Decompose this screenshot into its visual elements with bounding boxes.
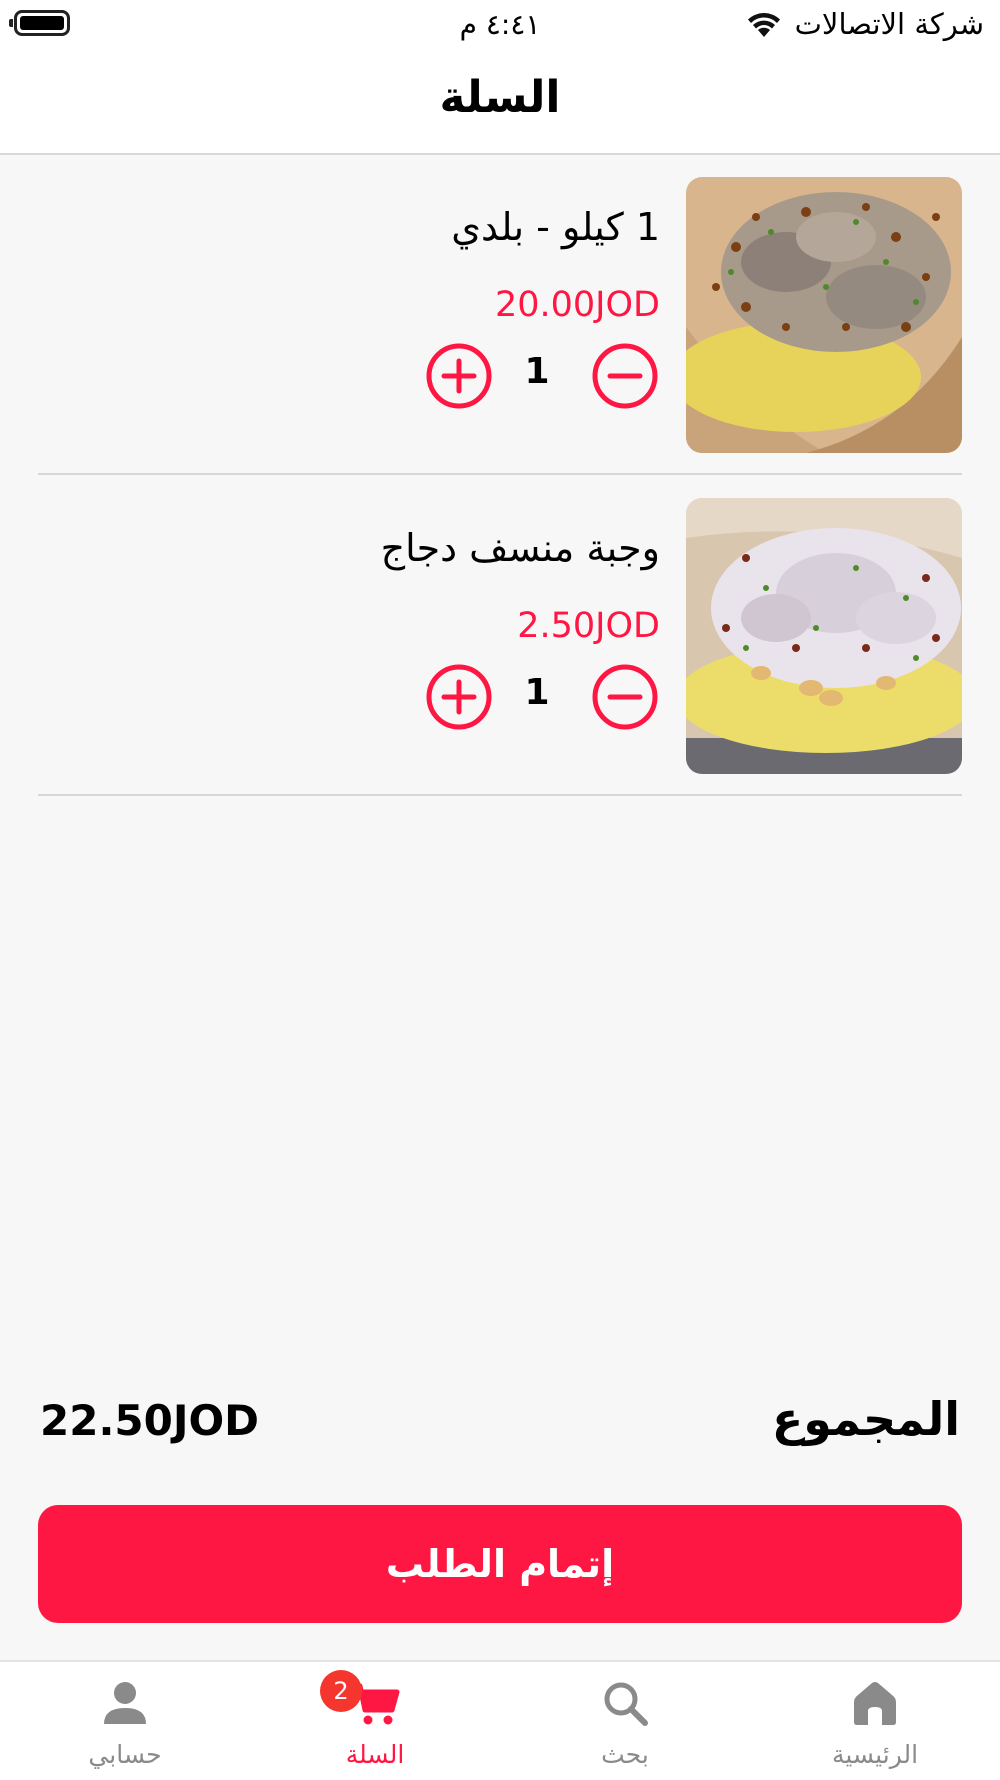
page-title: السلة: [439, 72, 561, 123]
total-value: 22.50JOD: [40, 1396, 260, 1445]
tab-bar: الرئيسية بحث السلة حسابي: [0, 1660, 1000, 1780]
plus-circle-icon[interactable]: [426, 664, 492, 730]
tab-label: السلة: [345, 1740, 405, 1769]
item-price: 2.50JOD: [517, 606, 660, 646]
item-image: [686, 177, 962, 453]
tab-home[interactable]: الرئيسية: [750, 1662, 1000, 1780]
tab-label: حسابي: [88, 1740, 162, 1769]
item-price: 20.00JOD: [494, 285, 660, 325]
total-label: المجموع: [771, 1392, 960, 1446]
item-divider: [38, 794, 962, 796]
quantity-value: 1: [524, 351, 550, 392]
plus-circle-icon[interactable]: [426, 343, 492, 409]
tab-cart[interactable]: السلة: [250, 1662, 500, 1780]
search-icon: [604, 1682, 648, 1726]
wifi-icon: [747, 13, 780, 37]
item-name: وجبة منسف دجاج: [380, 526, 660, 570]
cart-item: 1 كيلو - بلدي 20.00JOD 1: [38, 155, 962, 455]
user-icon: [104, 1682, 146, 1724]
checkout-button-label: إتمام الطلب: [385, 1542, 615, 1586]
nav-bar: السلة: [0, 50, 1000, 155]
quantity-value: 1: [524, 672, 550, 713]
tab-search[interactable]: بحث: [500, 1662, 750, 1780]
cart-item: وجبة منسف دجاج 2.50JOD 1: [38, 476, 962, 776]
status-bar: ٤:٤١ م شركة الاتصالات: [0, 0, 1000, 50]
carrier-info: شركة الاتصالات: [745, 7, 984, 41]
minus-circle-icon[interactable]: [592, 664, 658, 730]
carrier-name: شركة الاتصالات: [794, 7, 984, 41]
item-name: 1 كيلو - بلدي: [451, 205, 660, 249]
cart-badge: 2: [320, 1670, 362, 1712]
item-divider: [38, 473, 962, 475]
tab-account[interactable]: حسابي: [0, 1662, 250, 1780]
tab-label: بحث: [601, 1740, 649, 1769]
mansaf-chicken-photo: [686, 498, 962, 774]
home-icon: [854, 1682, 896, 1725]
checkout-button[interactable]: إتمام الطلب: [38, 1505, 962, 1623]
tab-label: الرئيسية: [831, 1740, 919, 1769]
minus-circle-icon[interactable]: [592, 343, 658, 409]
mansaf-lamb-photo: [686, 177, 962, 453]
item-image: [686, 498, 962, 774]
